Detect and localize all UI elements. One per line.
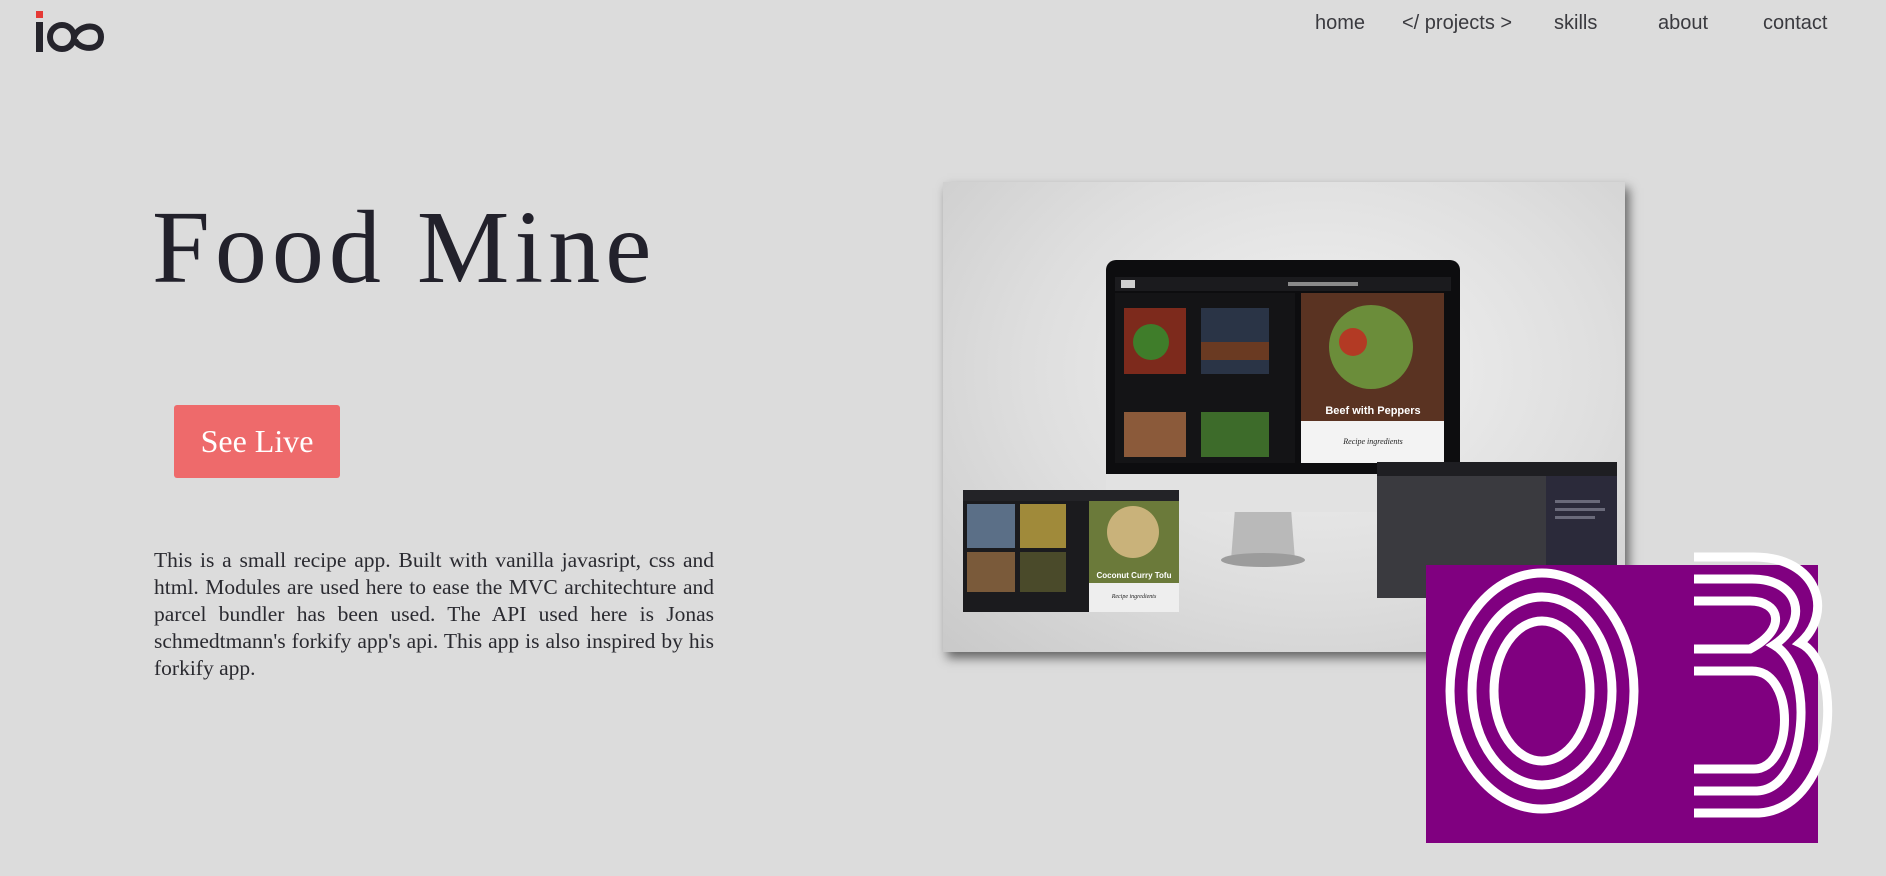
imac-base <box>1221 553 1305 567</box>
small-thumb-4 <box>1020 552 1066 592</box>
main-nav: home </ projects > skills about contact <box>1290 12 1860 40</box>
tablet-text-line-2 <box>1555 508 1605 511</box>
nav-item-about[interactable]: about <box>1658 12 1708 35</box>
tablet-header <box>1377 462 1617 476</box>
small-screen-header <box>963 490 1179 501</box>
small-thumb-3 <box>967 552 1015 592</box>
logo-accent-square <box>36 11 43 18</box>
badge-number-text: 03 <box>1424 545 1426 546</box>
project-number-badge: 03 <box>1424 545 1833 843</box>
result-thumb-2-food <box>1201 342 1269 360</box>
recipe-hero-pepper <box>1339 328 1367 356</box>
nav-item-contact[interactable]: contact <box>1763 12 1827 35</box>
tablet-text-line-3 <box>1555 516 1595 519</box>
recipe-hero-title: Beef with Peppers <box>1325 405 1420 417</box>
nav-item-skills[interactable]: skills <box>1554 12 1597 35</box>
logo-infinity-loop <box>71 23 105 51</box>
small-thumb-1 <box>967 504 1015 548</box>
app-search-bar <box>1288 282 1358 286</box>
nav-item-home[interactable]: home <box>1315 12 1365 35</box>
app-header <box>1115 277 1451 291</box>
project-title: Food Mine <box>152 190 657 305</box>
result-thumb-4 <box>1201 412 1269 457</box>
project-description: This is a small recipe app. Built with v… <box>154 548 714 680</box>
result-thumb-3 <box>1124 412 1186 457</box>
logo-letter-i <box>36 22 43 52</box>
recipe-section-heading: Recipe ingredients <box>1342 437 1402 446</box>
see-live-button[interactable]: See Live <box>174 405 340 478</box>
tablet-text-line-1 <box>1555 500 1600 503</box>
app-logo-icon <box>1121 280 1135 288</box>
site-logo-icon[interactable] <box>35 10 107 54</box>
small-hero-food <box>1107 506 1159 558</box>
small-section-heading: Recipe ingredients <box>1111 594 1157 600</box>
badge-background <box>1426 565 1818 843</box>
logo-letter-o <box>47 22 77 52</box>
nav-item-projects[interactable]: </ projects > <box>1402 12 1512 35</box>
small-thumb-2 <box>1020 504 1066 548</box>
small-hero-title: Coconut Curry Tofu <box>1097 571 1172 580</box>
result-thumb-2 <box>1201 308 1269 374</box>
result-thumb-1-food <box>1133 324 1169 360</box>
